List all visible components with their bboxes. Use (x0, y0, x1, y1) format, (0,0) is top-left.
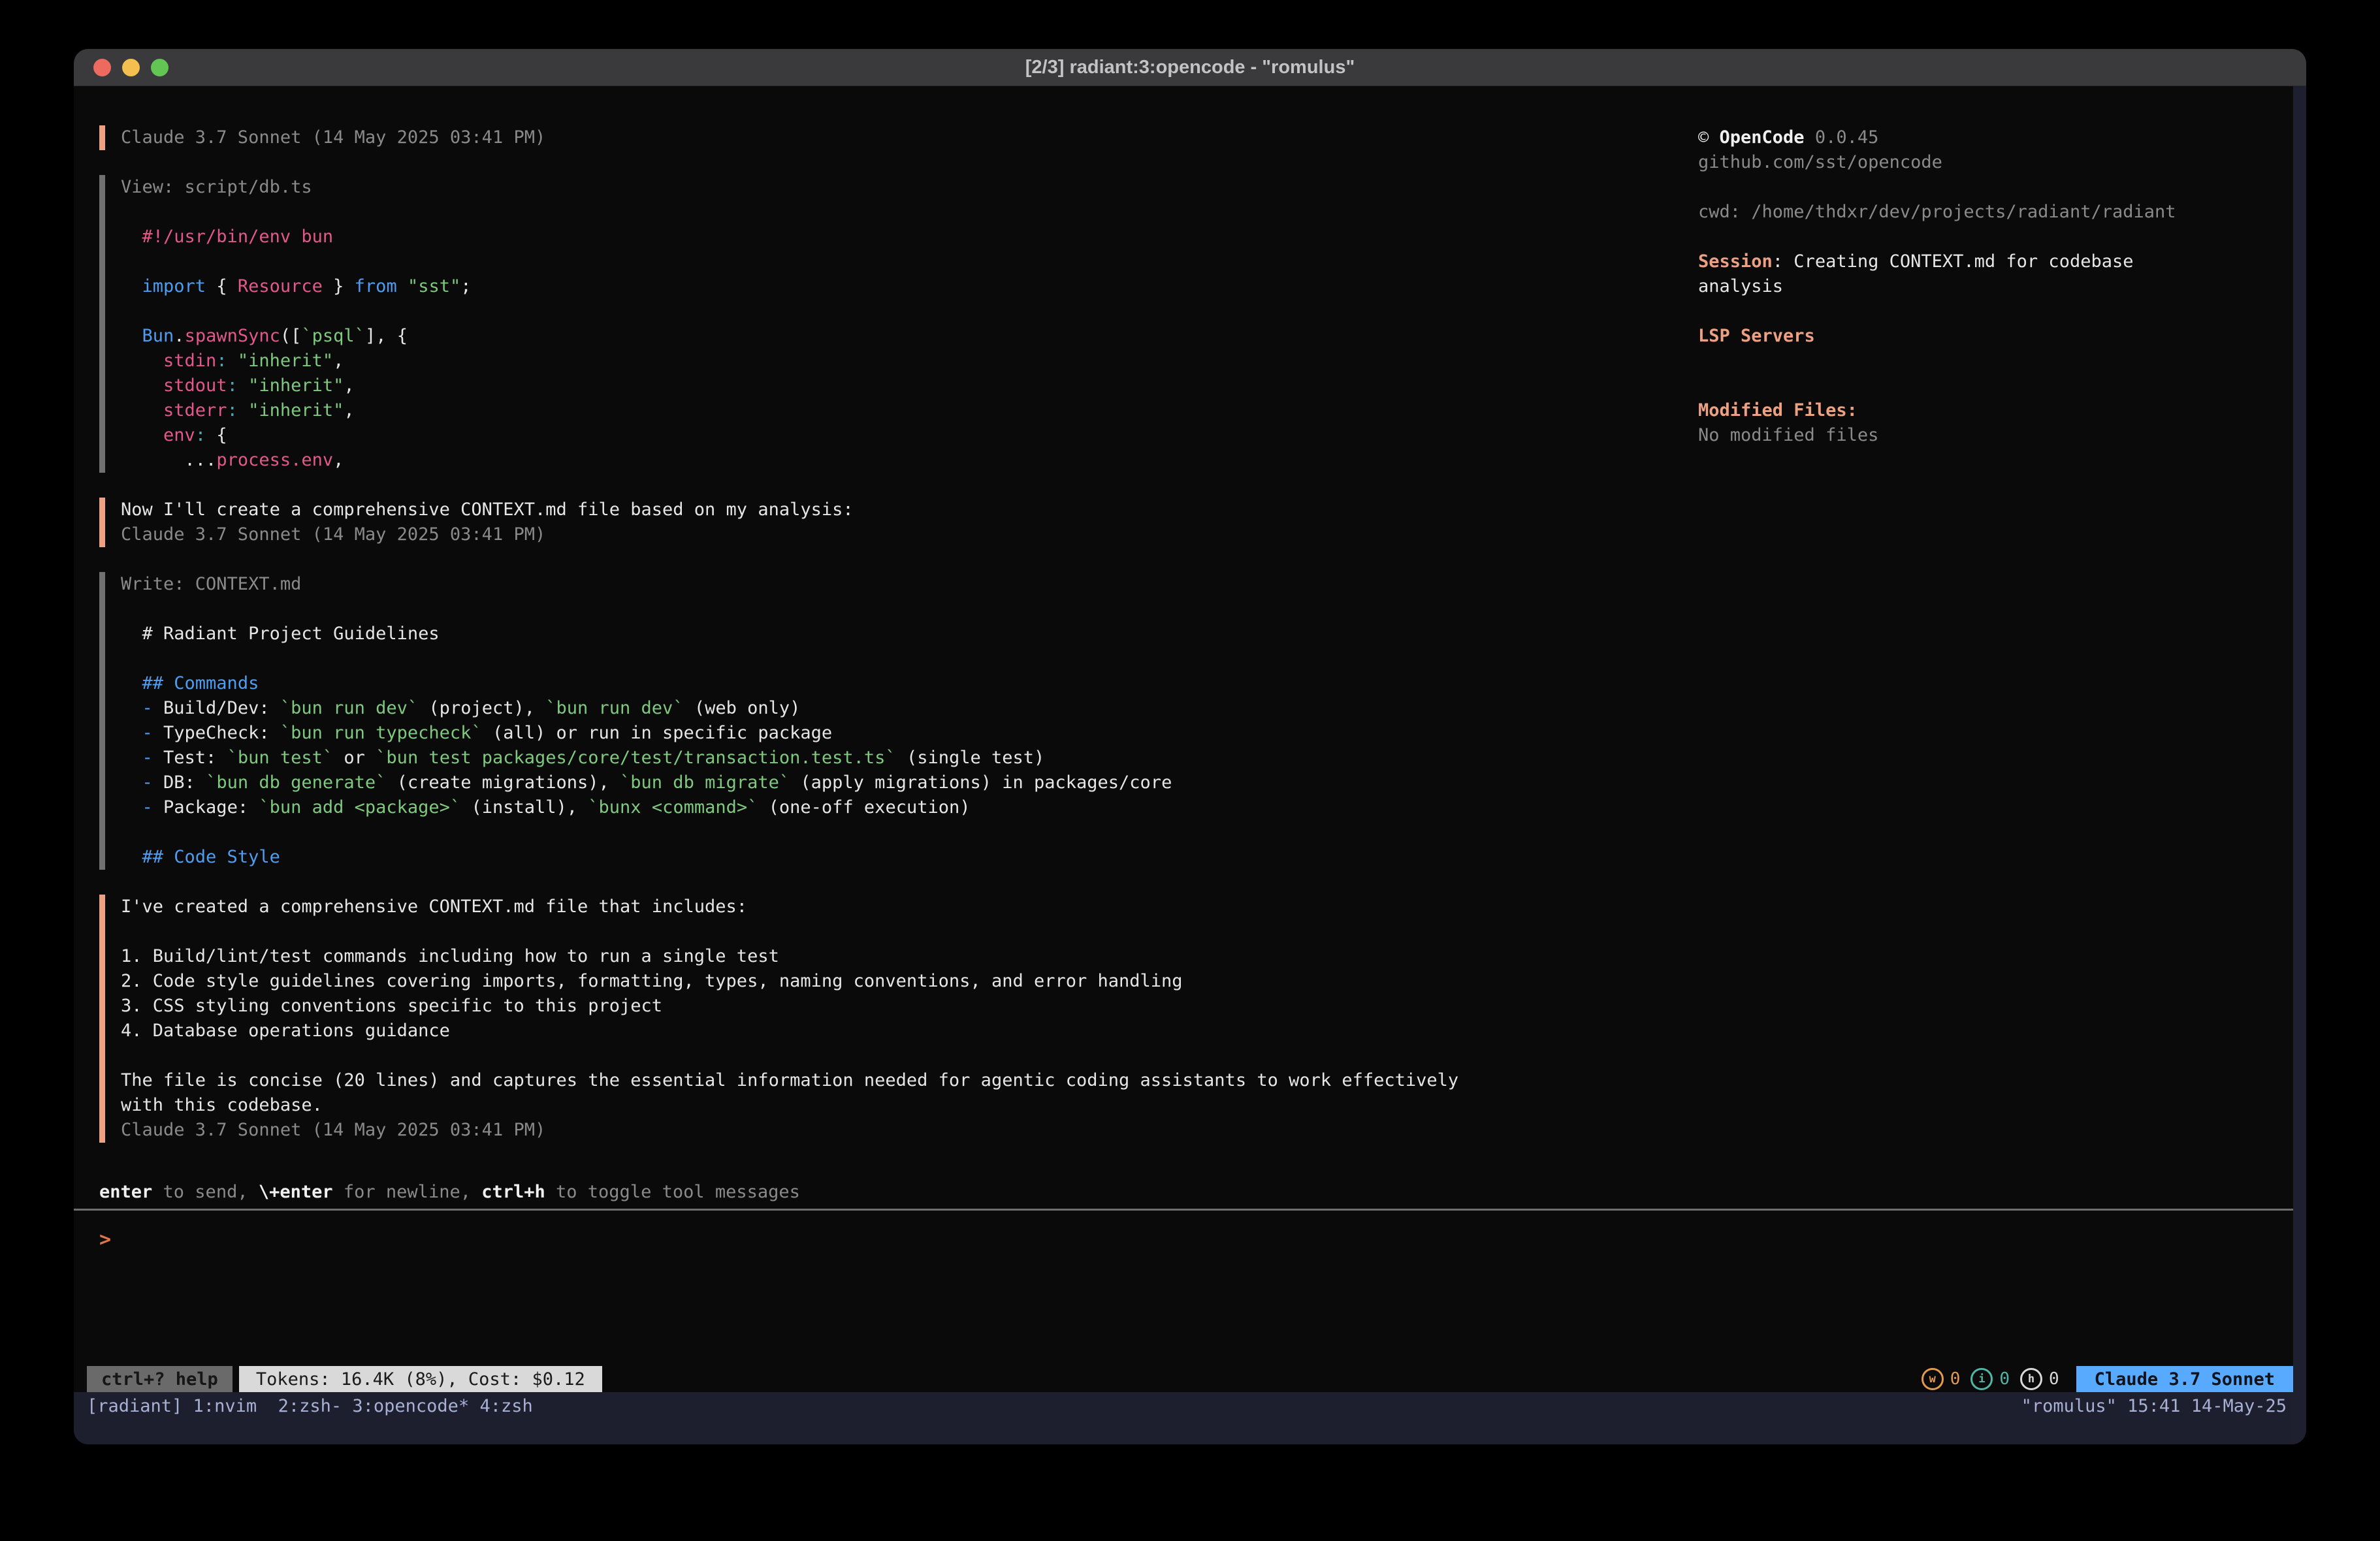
scrollbar-gutter[interactable] (2293, 86, 2306, 1444)
message-line (121, 919, 1698, 944)
message-line: Claude 3.7 Sonnet (14 May 2025 03:41 PM) (121, 522, 1698, 547)
message-line: I've created a comprehensive CONTEXT.md … (121, 895, 1698, 919)
message-line: Claude 3.7 Sonnet (14 May 2025 03:41 PM) (121, 125, 1698, 150)
sidebar-line: cwd: /home/thdxr/dev/projects/radiant/ra… (1698, 200, 2293, 225)
sidebar-line (1698, 175, 2293, 200)
message-line: #!/usr/bin/env bun (121, 225, 1698, 249)
message-line: import { Resource } from "sst"; (121, 274, 1698, 299)
chat-history: Claude 3.7 Sonnet (14 May 2025 03:41 PM)… (99, 125, 1698, 1180)
message-line: 4. Database operations guidance (121, 1019, 1698, 1043)
message-line: - Test: `bun test` or `bun test packages… (121, 746, 1698, 770)
traffic-lights (93, 49, 169, 86)
message-line: Bun.spawnSync([`psql`], { (121, 324, 1698, 349)
diagnostic-h-icon: h (2020, 1368, 2042, 1390)
message-block: Write: CONTEXT.md # Radiant Project Guid… (99, 572, 1698, 870)
message-line: - Package: `bun add <package>` (install)… (121, 795, 1698, 820)
diagnostic-count: 0 (1999, 1369, 2010, 1389)
sidebar-line (1698, 373, 2293, 398)
message-line: Now I'll create a comprehensive CONTEXT.… (121, 498, 1698, 522)
tmux-session-clock: "romulus" 15:41 14-May-25 (2021, 1394, 2287, 1419)
message-line: - DB: `bun db generate` (create migratio… (121, 770, 1698, 795)
statusbar-spacer (602, 1366, 1922, 1392)
prompt-symbol: > (99, 1228, 111, 1251)
sidebar-line: No modified files (1698, 423, 2293, 448)
message-block: I've created a comprehensive CONTEXT.md … (99, 895, 1698, 1143)
diagnostic-h-indicator: h0 (2020, 1368, 2059, 1390)
main-area: Claude 3.7 Sonnet (14 May 2025 03:41 PM)… (74, 86, 2306, 1180)
diagnostic-w-icon: w (1922, 1368, 1944, 1390)
tmux-status-bar: [radiant] 1:nvim 2:zsh- 3:opencode* 4:zs… (74, 1392, 2306, 1444)
minimize-window-button[interactable] (122, 59, 140, 76)
terminal-content: Claude 3.7 Sonnet (14 May 2025 03:41 PM)… (74, 86, 2306, 1444)
message-line: Claude 3.7 Sonnet (14 May 2025 03:41 PM) (121, 1118, 1698, 1143)
diagnostic-i-indicator: i0 (1970, 1368, 2010, 1390)
message-block: View: script/db.ts #!/usr/bin/env bun im… (99, 175, 1698, 473)
message-line (121, 1043, 1698, 1068)
message-line (121, 200, 1698, 225)
message-line: ...process.env, (121, 448, 1698, 473)
message-line: stdin: "inherit", (121, 349, 1698, 373)
help-shortcut-chip[interactable]: ctrl+? help (87, 1366, 233, 1392)
message-line: - Build/Dev: `bun run dev` (project), `b… (121, 696, 1698, 721)
window-title: [2/3] radiant:3:opencode - "romulus" (1025, 57, 1355, 78)
sidebar-line: Session: Creating CONTEXT.md for codebas… (1698, 249, 2293, 274)
message-line: # Radiant Project Guidelines (121, 622, 1698, 646)
tokens-cost-chip: Tokens: 16.4K (8%), Cost: $0.12 (239, 1366, 602, 1392)
sidebar-line (1698, 349, 2293, 373)
message-line: View: script/db.ts (121, 175, 1698, 200)
message-line: stdout: "inherit", (121, 373, 1698, 398)
sidebar-line: github.com/sst/opencode (1698, 150, 2293, 175)
diagnostic-count: 0 (1950, 1369, 1961, 1389)
screen: [2/3] radiant:3:opencode - "romulus" Cla… (0, 0, 2380, 1541)
prompt-input[interactable]: > (74, 1211, 2306, 1366)
sidebar-line (1698, 225, 2293, 249)
lsp-diagnostics: w0i0h0 (1922, 1366, 2059, 1392)
terminal-window: [2/3] radiant:3:opencode - "romulus" Cla… (74, 49, 2306, 1444)
zoom-window-button[interactable] (151, 59, 169, 76)
message-line: ## Code Style (121, 845, 1698, 870)
diagnostic-i-icon: i (1970, 1368, 1993, 1390)
message-line: env: { (121, 423, 1698, 448)
message-line (121, 597, 1698, 622)
message-line (121, 299, 1698, 324)
message-line (121, 646, 1698, 671)
message-line: 2. Code style guidelines covering import… (121, 969, 1698, 994)
message-block: Now I'll create a comprehensive CONTEXT.… (99, 498, 1698, 547)
sidebar-line: LSP Servers (1698, 324, 2293, 349)
session-sidebar: © OpenCode 0.0.45github.com/sst/opencode… (1698, 125, 2293, 1180)
close-window-button[interactable] (93, 59, 111, 76)
message-line: - TypeCheck: `bun run typecheck` (all) o… (121, 721, 1698, 746)
message-line: stderr: "inherit", (121, 398, 1698, 423)
diagnostic-w-indicator: w0 (1922, 1368, 1961, 1390)
sidebar-line: © OpenCode 0.0.45 (1698, 125, 2293, 150)
message-line: Write: CONTEXT.md (121, 572, 1698, 597)
sidebar-line: Modified Files: (1698, 398, 2293, 423)
tmux-window-list[interactable]: [radiant] 1:nvim 2:zsh- 3:opencode* 4:zs… (87, 1394, 533, 1419)
message-block: Claude 3.7 Sonnet (14 May 2025 03:41 PM) (99, 125, 1698, 150)
message-line (121, 820, 1698, 845)
sidebar-line: analysis (1698, 274, 2293, 299)
titlebar: [2/3] radiant:3:opencode - "romulus" (74, 49, 2306, 86)
message-line (121, 249, 1698, 274)
sidebar-line (1698, 299, 2293, 324)
model-chip[interactable]: Claude 3.7 Sonnet (2076, 1366, 2293, 1392)
diagnostic-count: 0 (2049, 1369, 2059, 1389)
message-line: with this codebase. (121, 1093, 1698, 1118)
input-help-text: enter to send, \+enter for newline, ctrl… (99, 1180, 2293, 1205)
message-line: The file is concise (20 lines) and captu… (121, 1068, 1698, 1093)
status-bar: ctrl+? help Tokens: 16.4K (8%), Cost: $0… (74, 1366, 2306, 1392)
message-line: ## Commands (121, 671, 1698, 696)
message-line: 3. CSS styling conventions specific to t… (121, 994, 1698, 1019)
message-line: 1. Build/lint/test commands including ho… (121, 944, 1698, 969)
